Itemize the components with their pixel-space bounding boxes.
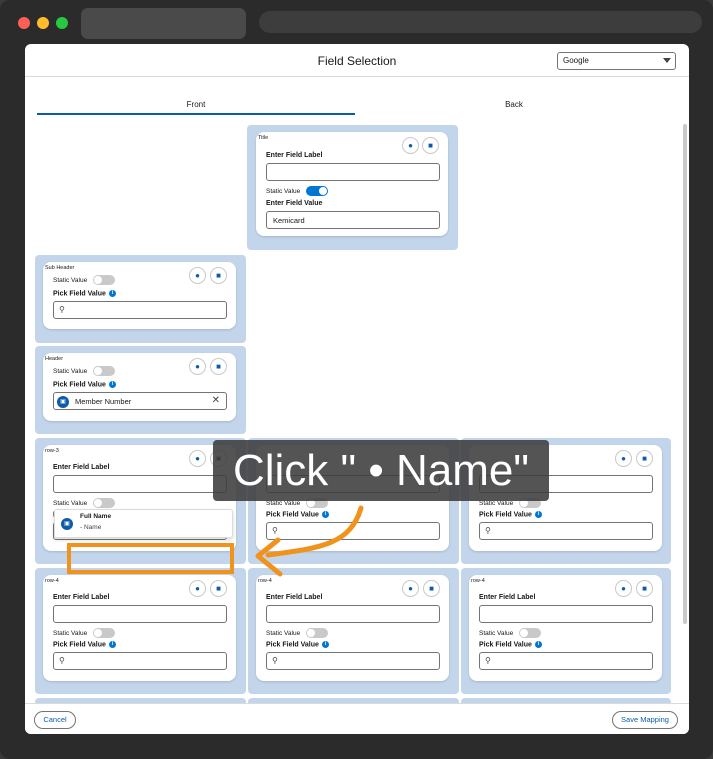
instruction-callout: Click " • Name"	[213, 440, 549, 501]
browser-window: Field Selection Google Front Back Title …	[0, 0, 713, 759]
arrow-annotation	[255, 505, 364, 577]
